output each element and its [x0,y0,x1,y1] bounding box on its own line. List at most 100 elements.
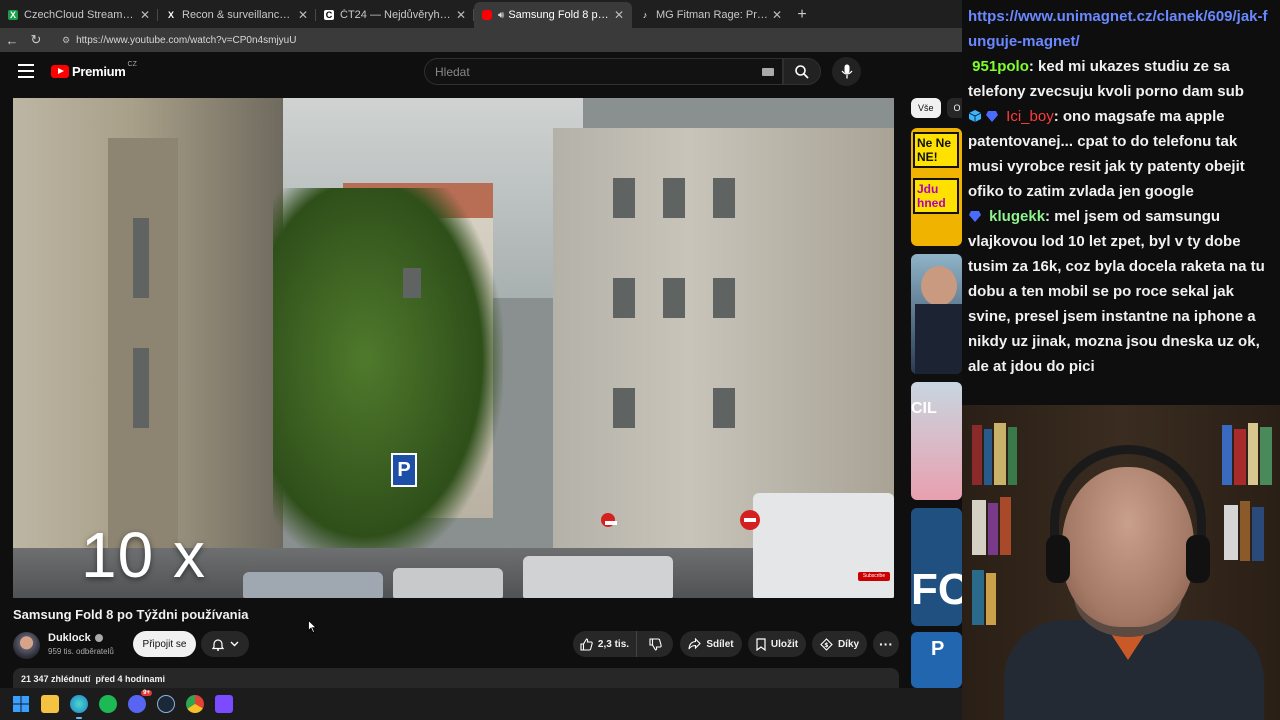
thumbnail-text: Ne Ne NE! [913,132,959,168]
video-frame-window [713,388,735,428]
tab-tiktok[interactable]: ♪ MG Fitman Rage: Price Pool & Ga ✕ [632,2,790,28]
related-video-thumbnail[interactable]: P [911,632,962,688]
bookmark-icon [756,637,766,651]
czechcloud-icon: X [8,10,18,20]
book [994,423,1006,485]
like-button[interactable]: 2,3 tis. [573,631,637,657]
tab-label: Recon & surveillance na platformě [182,9,294,21]
ct24-icon: C [324,10,334,20]
chip-other[interactable]: O [946,98,962,118]
voice-search-button[interactable] [832,57,861,86]
tab-label: ČT24 — Nejdůvěryhodnější zprav [340,9,452,21]
book [1234,429,1246,485]
search-button[interactable] [783,58,821,85]
youtube-premium-logo[interactable]: Premium CZ [51,61,137,79]
book [1000,497,1011,555]
thumbnail-person [915,304,962,374]
share-button[interactable]: Sdílet [680,631,742,657]
video-frame-car [393,568,503,598]
video-frame-car [753,493,894,598]
tab-youtube-active[interactable]: 🔊︎ Samsung Fold 8 po Týždni po ✕ [474,2,632,28]
book [1240,501,1250,561]
related-video-thumbnail[interactable]: FC [911,508,962,626]
site-info-icon[interactable]: ⚙ [62,35,70,46]
file-explorer-icon[interactable] [41,695,59,713]
svg-text:$: $ [824,642,828,649]
chat-username[interactable]: 951polo [972,58,1029,75]
related-video-thumbnail[interactable]: Ne Ne NE! Jdu hned [911,128,962,246]
youtube-icon [482,10,492,20]
video-frame-window [133,348,149,428]
search-input[interactable]: Hledat [424,58,783,85]
edge-icon[interactable] [70,695,88,719]
close-icon[interactable]: ✕ [772,8,782,22]
back-arrow-icon[interactable]: ← [0,28,24,52]
keyboard-icon[interactable] [762,68,774,76]
tab-czechcloud[interactable]: X CzechCloud Stream - Watch Live ✕ [0,2,158,28]
tab-ct24[interactable]: C ČT24 — Nejdůvěryhodnější zprav ✕ [316,2,474,28]
chat-text: : mel jsem od samsungu vlajkovou lod 10 … [968,208,1265,375]
thanks-button[interactable]: $ Díky [812,631,867,657]
speaker-icon[interactable]: 🔊︎ [498,10,504,21]
logo-country-code: CZ [127,61,137,68]
thanks-dollar-icon: $ [820,637,833,651]
like-count: 2,3 tis. [597,638,630,650]
search-icon [795,64,809,79]
no-stopping-sign [740,510,760,530]
channel-name[interactable]: Duklock [48,632,103,644]
video-player[interactable]: P 10 x Subscribe [13,98,894,598]
discord-icon[interactable]: 9+ [128,690,152,713]
chat-username[interactable]: Ici_boy [1006,108,1054,125]
dislike-button[interactable] [637,631,673,657]
thumbs-up-icon [580,637,593,651]
view-count: 21 347 zhlédnutí [21,674,91,684]
spotify-icon[interactable] [99,695,117,713]
url-field[interactable]: ⚙ https://www.youtube.com/watch?v=CP0n4s… [54,30,962,50]
stream-chat-overlay: https://www.unimagnet.cz/clanek/609/jak-… [962,0,1280,405]
join-button[interactable]: Připojit se [133,631,196,657]
share-label: Sdílet [706,638,734,650]
youtube-page: Premium CZ Hledat P 10 x Subscribe Vše O… [0,52,962,688]
headphone-earcup [1186,535,1210,583]
subscribe-badge[interactable]: Subscribe [858,572,890,581]
video-frame-car [523,556,673,598]
notification-bell-button[interactable] [201,631,249,657]
windows-start-icon[interactable] [12,695,30,713]
video-frame-window [613,278,635,318]
tab-x-recon[interactable]: X Recon & surveillance na platformě ✕ [158,2,316,28]
close-icon[interactable]: ✕ [298,8,308,22]
hamburger-menu-icon[interactable] [18,64,34,78]
search-placeholder: Hledat [435,64,470,79]
video-frame-tree [273,188,503,568]
thumbnail-text: CIL [911,400,937,417]
discord-badge: 9+ [141,690,152,696]
save-button[interactable]: Uložit [748,631,806,657]
more-actions-button[interactable]: ··· [873,631,899,657]
more-icon: ··· [879,636,893,652]
chip-all[interactable]: Vše [911,98,941,118]
close-icon[interactable]: ✕ [614,8,624,22]
close-icon[interactable]: ✕ [456,8,466,22]
reload-icon[interactable]: ↻ [24,28,48,52]
description-box[interactable]: 21 347 zhlédnutí před 4 hodinami [13,668,899,688]
chrome-icon[interactable] [186,695,204,713]
youtube-play-icon [51,65,69,78]
browser-tab-bar: X CzechCloud Stream - Watch Live ✕ X Rec… [0,0,962,28]
chat-message: Ici_boy: ono magsafe ma apple patentovan… [968,104,1274,204]
gem-badge-icon [986,111,998,122]
close-icon[interactable]: ✕ [140,8,150,22]
related-video-thumbnail[interactable]: CIL [911,382,962,500]
book [1222,425,1232,485]
steam-icon[interactable] [157,695,175,713]
x-icon: X [167,10,174,20]
chat-username[interactable]: klugekk [989,208,1045,225]
avatar[interactable] [13,632,40,659]
app-grid-icon[interactable] [215,695,233,713]
new-tab-button[interactable]: + [790,2,814,28]
related-video-thumbnail[interactable] [911,254,962,374]
gem-badge-icon [969,211,981,222]
parking-sign: P [391,453,417,487]
video-frame-window [713,178,735,218]
book [1224,505,1238,560]
chat-link[interactable]: https://www.unimagnet.cz/clanek/609/jak-… [968,4,1274,54]
